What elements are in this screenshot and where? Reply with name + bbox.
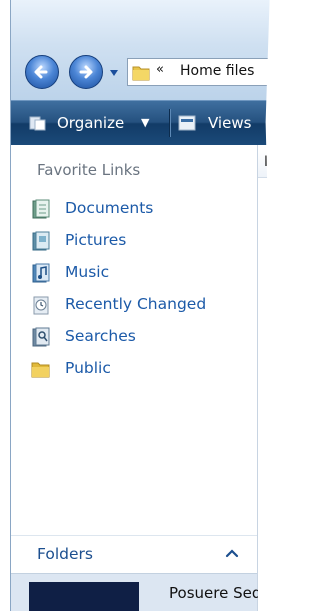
favorite-link-documents[interactable]: Documents <box>29 195 255 223</box>
favorite-link-music[interactable]: Music <box>29 259 255 287</box>
bottom-file-row[interactable]: Posuere Sed <box>11 573 261 611</box>
breadcrumb-path[interactable]: Home files <box>180 63 254 79</box>
address-bar[interactable]: « Home files <box>127 58 276 86</box>
favorite-link-label: Public <box>65 359 111 377</box>
navigation-pane: Favorite Links Documents Pictures Music … <box>11 145 261 611</box>
address-row: « Home files <box>11 48 276 98</box>
recently-changed-icon <box>33 296 49 315</box>
chevron-up-icon[interactable] <box>225 548 239 558</box>
favorite-link-label: Documents <box>65 199 154 217</box>
favorite-link-public[interactable]: Public <box>29 355 255 383</box>
views-label: Views <box>208 114 252 132</box>
folders-section-header[interactable]: Folders <box>11 535 257 574</box>
favorite-link-label: Pictures <box>65 231 127 249</box>
searches-icon <box>32 327 50 347</box>
favorite-links-heading: Favorite Links <box>37 161 141 179</box>
favorite-link-label: Music <box>65 263 110 281</box>
file-name: Posuere Sed <box>169 584 262 602</box>
organize-label: Organize <box>57 114 125 132</box>
arrow-left-icon <box>34 65 48 79</box>
pictures-icon <box>32 231 50 251</box>
documents-icon <box>32 199 50 219</box>
forward-button[interactable] <box>69 55 103 89</box>
music-icon <box>32 263 50 283</box>
explorer-window: « Home files Organize ▼ Views Favorite L… <box>10 0 276 611</box>
favorite-link-pictures[interactable]: Pictures <box>29 227 255 255</box>
favorite-link-searches[interactable]: Searches <box>29 323 255 351</box>
folder-icon <box>132 66 150 81</box>
command-toolbar: Organize ▼ Views <box>11 100 276 145</box>
back-button[interactable] <box>25 55 59 89</box>
views-icon <box>178 115 196 131</box>
recent-pages-dropdown-icon[interactable] <box>109 68 119 78</box>
breadcrumb-overflow-chevron[interactable]: « <box>156 62 164 77</box>
arrow-right-icon <box>79 65 93 79</box>
favorite-link-label: Recently Changed <box>65 295 207 313</box>
organize-icon <box>29 116 46 131</box>
favorite-link-label: Searches <box>65 327 136 345</box>
file-thumbnail <box>29 582 139 611</box>
views-button[interactable]: Views <box>169 109 276 137</box>
favorite-link-recently-changed[interactable]: Recently Changed <box>29 291 255 319</box>
folders-label: Folders <box>37 545 93 563</box>
organize-dropdown-arrow: ▼ <box>141 116 150 129</box>
public-folder-icon <box>31 362 50 378</box>
